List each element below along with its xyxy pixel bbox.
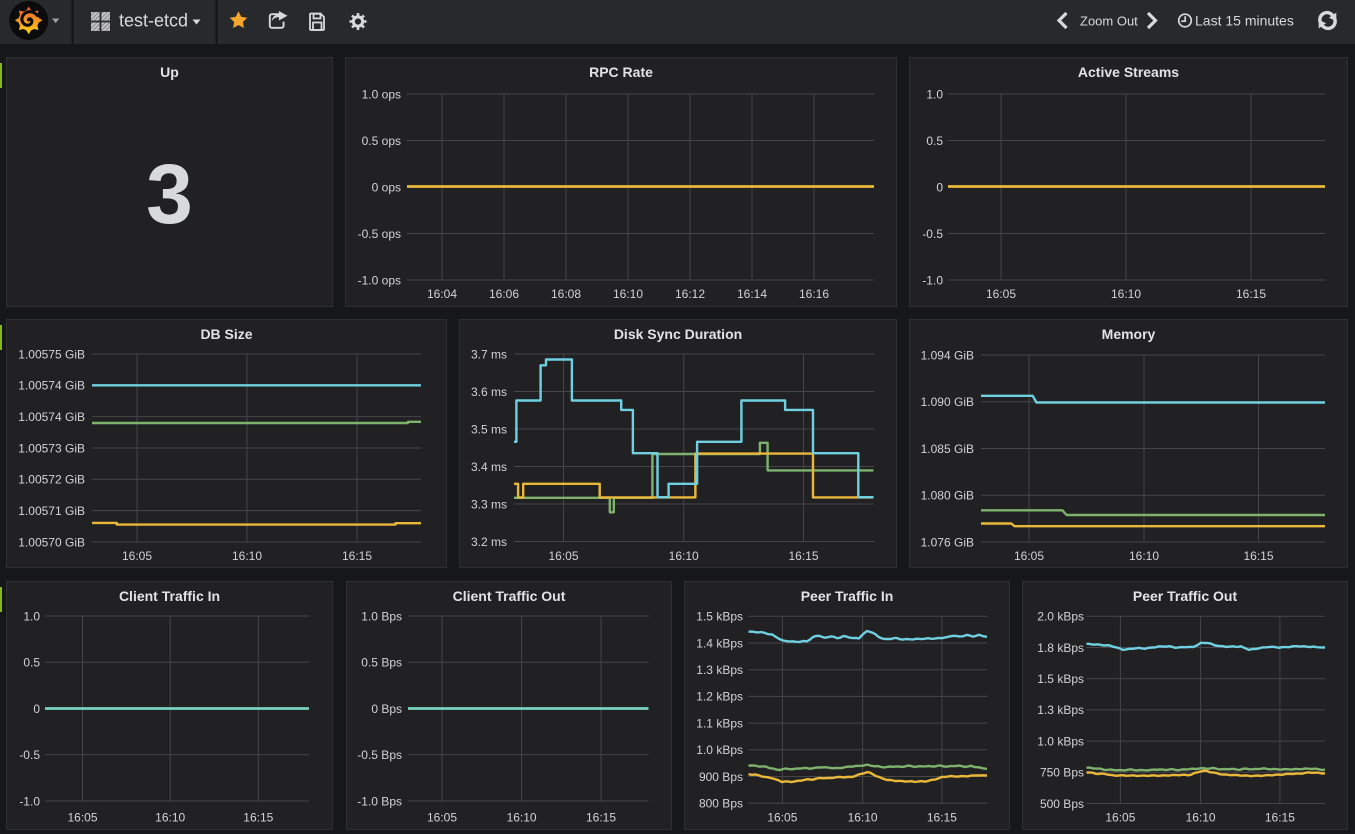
svg-text:16:10: 16:10 <box>669 549 699 563</box>
svg-text:1.00572 GiB: 1.00572 GiB <box>18 473 85 487</box>
svg-text:-0.5: -0.5 <box>19 748 40 762</box>
svg-text:1.0: 1.0 <box>926 87 943 101</box>
svg-text:500 Bps: 500 Bps <box>1040 797 1084 811</box>
svg-text:16:15: 16:15 <box>1243 549 1273 563</box>
svg-text:16:05: 16:05 <box>986 287 1016 301</box>
svg-text:3.3 ms: 3.3 ms <box>471 497 507 511</box>
svg-text:1.4 kBps: 1.4 kBps <box>696 636 743 650</box>
svg-text:1.076 GiB: 1.076 GiB <box>921 535 974 549</box>
svg-text:16:15: 16:15 <box>586 810 616 824</box>
svg-text:-1.0 Bps: -1.0 Bps <box>357 794 402 808</box>
svg-text:-1.0: -1.0 <box>19 794 40 808</box>
svg-text:16:08: 16:08 <box>551 287 581 301</box>
svg-text:1.00574 GiB: 1.00574 GiB <box>18 379 85 393</box>
svg-text:16:10: 16:10 <box>848 810 878 824</box>
svg-text:1.00570 GiB: 1.00570 GiB <box>18 535 85 549</box>
svg-text:1.8 kBps: 1.8 kBps <box>1037 641 1084 655</box>
svg-text:16:14: 16:14 <box>737 287 767 301</box>
svg-text:test-etcd: test-etcd <box>119 11 188 31</box>
svg-text:16:15: 16:15 <box>1236 287 1266 301</box>
svg-text:16:06: 16:06 <box>489 287 519 301</box>
svg-text:2.0 kBps: 2.0 kBps <box>1037 610 1084 624</box>
svg-text:1.2 kBps: 1.2 kBps <box>696 690 743 704</box>
svg-text:1.5 kBps: 1.5 kBps <box>1037 672 1084 686</box>
svg-text:1.090 GiB: 1.090 GiB <box>921 395 974 409</box>
svg-text:800 Bps: 800 Bps <box>699 797 743 811</box>
svg-text:1.00574 GiB: 1.00574 GiB <box>18 410 85 424</box>
svg-text:Zoom Out: Zoom Out <box>1080 14 1138 29</box>
svg-text:1.0 kBps: 1.0 kBps <box>696 743 743 757</box>
svg-text:16:05: 16:05 <box>427 810 457 824</box>
svg-text:0: 0 <box>33 702 40 716</box>
svg-text:0 ops: 0 ops <box>372 180 401 194</box>
svg-text:1.0 kBps: 1.0 kBps <box>1037 734 1084 748</box>
svg-text:0: 0 <box>936 180 943 194</box>
svg-text:1.00575 GiB: 1.00575 GiB <box>18 347 85 361</box>
svg-text:16:10: 16:10 <box>507 810 537 824</box>
svg-text:16:10: 16:10 <box>155 810 185 824</box>
svg-text:-1.0 ops: -1.0 ops <box>358 273 401 287</box>
svg-text:16:16: 16:16 <box>799 287 829 301</box>
svg-text:750 Bps: 750 Bps <box>1040 766 1084 780</box>
svg-text:-0.5 Bps: -0.5 Bps <box>357 748 402 762</box>
svg-text:16:05: 16:05 <box>1105 810 1135 824</box>
svg-text:16:15: 16:15 <box>342 549 372 563</box>
svg-text:3.6 ms: 3.6 ms <box>471 385 507 399</box>
svg-text:16:10: 16:10 <box>1129 549 1159 563</box>
svg-text:3.7 ms: 3.7 ms <box>471 347 507 361</box>
svg-text:16:10: 16:10 <box>1111 287 1141 301</box>
svg-text:1.094 GiB: 1.094 GiB <box>921 348 974 362</box>
svg-text:16:15: 16:15 <box>927 810 957 824</box>
svg-text:1.085 GiB: 1.085 GiB <box>921 442 974 456</box>
svg-text:16:10: 16:10 <box>232 549 262 563</box>
svg-text:16:05: 16:05 <box>548 549 578 563</box>
svg-text:1.0 Bps: 1.0 Bps <box>361 609 402 623</box>
svg-text:1.5 kBps: 1.5 kBps <box>696 610 743 624</box>
svg-text:0.5 Bps: 0.5 Bps <box>361 656 402 670</box>
svg-text:16:04: 16:04 <box>427 287 457 301</box>
svg-text:0 Bps: 0 Bps <box>371 702 402 716</box>
svg-text:1.080 GiB: 1.080 GiB <box>921 489 974 503</box>
svg-text:-0.5: -0.5 <box>922 227 943 241</box>
svg-text:0.5: 0.5 <box>23 656 40 670</box>
svg-text:3.2 ms: 3.2 ms <box>471 535 507 549</box>
svg-text:0.5 ops: 0.5 ops <box>362 134 401 148</box>
svg-text:16:10: 16:10 <box>1186 810 1216 824</box>
svg-text:16:05: 16:05 <box>1014 549 1044 563</box>
svg-text:1.00573 GiB: 1.00573 GiB <box>18 441 85 455</box>
svg-text:1.1 kBps: 1.1 kBps <box>696 716 743 730</box>
svg-text:3.5 ms: 3.5 ms <box>471 422 507 436</box>
svg-text:0.5: 0.5 <box>926 134 943 148</box>
svg-text:16:05: 16:05 <box>122 549 152 563</box>
svg-text:1.3 kBps: 1.3 kBps <box>696 663 743 677</box>
svg-text:Last 15 minutes: Last 15 minutes <box>1195 13 1294 29</box>
svg-text:16:15: 16:15 <box>788 549 818 563</box>
svg-text:16:05: 16:05 <box>67 810 97 824</box>
svg-text:3.4 ms: 3.4 ms <box>471 460 507 474</box>
svg-text:1.3 kBps: 1.3 kBps <box>1037 703 1084 717</box>
svg-text:1.0: 1.0 <box>23 609 40 623</box>
svg-text:-1.0: -1.0 <box>922 273 943 287</box>
svg-text:16:15: 16:15 <box>1265 810 1295 824</box>
svg-text:1.0 ops: 1.0 ops <box>362 87 401 101</box>
svg-text:16:10: 16:10 <box>613 287 643 301</box>
svg-text:1.00571 GiB: 1.00571 GiB <box>18 504 85 518</box>
svg-text:16:05: 16:05 <box>767 810 797 824</box>
svg-text:16:12: 16:12 <box>675 287 705 301</box>
svg-text:900 Bps: 900 Bps <box>699 770 743 784</box>
svg-text:16:15: 16:15 <box>243 810 273 824</box>
svg-text:-0.5 ops: -0.5 ops <box>358 227 401 241</box>
